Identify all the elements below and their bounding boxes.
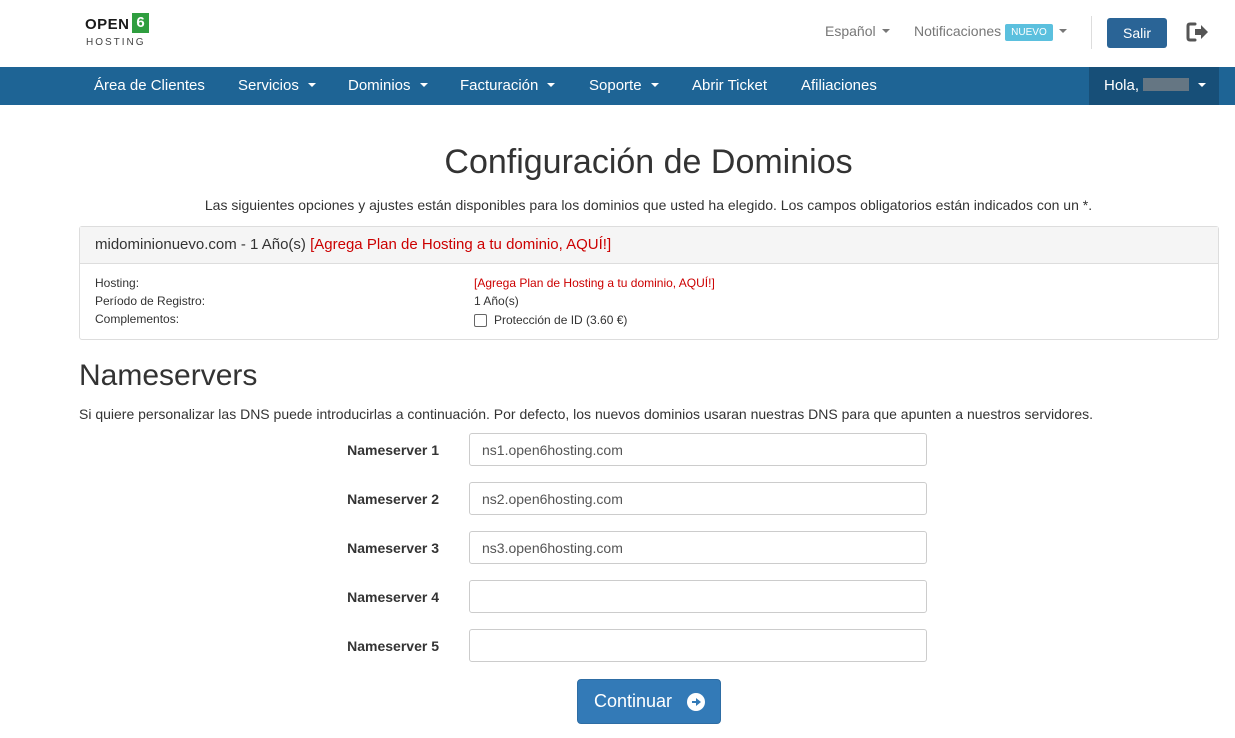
continue-button[interactable]: Continuar	[577, 679, 721, 724]
hosting-link[interactable]: [Agrega Plan de Hosting a tu dominio, AQ…	[474, 276, 715, 290]
logo[interactable]: OPEN 6 HOSTING	[85, 13, 149, 49]
chevron-down-icon	[547, 83, 556, 87]
nameserver-2-label: Nameserver 2	[347, 491, 439, 507]
language-label: Español	[825, 23, 876, 39]
nav-item-label: Área de Clientes	[94, 77, 205, 94]
logout-button[interactable]: Salir	[1107, 18, 1167, 48]
user-menu-dropdown[interactable]: Hola,	[1089, 67, 1219, 105]
nav-item-label: Soporte	[589, 77, 642, 94]
main-navbar: Área de Clientes Servicios Dominios Fact…	[0, 67, 1235, 105]
chevron-down-icon	[881, 29, 890, 33]
domain-name: midominionuevo.com - 1 Año(s)	[95, 236, 306, 253]
add-hosting-link[interactable]: [Agrega Plan de Hosting a tu dominio, AQ…	[310, 236, 611, 253]
chevron-down-icon	[419, 83, 428, 87]
notifications-dropdown[interactable]: Notificaciones NUEVO	[914, 23, 1067, 41]
nameserver-3-label: Nameserver 3	[347, 540, 439, 556]
logo-digit: 6	[132, 13, 149, 33]
nav-item-facturacion[interactable]: Facturación	[460, 67, 556, 105]
nav-item-servicios[interactable]: Servicios	[238, 67, 316, 105]
id-protection-option[interactable]: Protección de ID (3.60 €)	[474, 313, 627, 327]
nav-item-label: Servicios	[238, 77, 299, 94]
new-badge: NUEVO	[1005, 24, 1053, 41]
nameserver-2-input[interactable]	[469, 482, 927, 515]
id-protection-label: Protección de ID (3.60 €)	[494, 313, 628, 327]
chevron-down-icon	[1198, 83, 1207, 87]
greeting-label: Hola,	[1104, 77, 1140, 94]
nameserver-1-label: Nameserver 1	[347, 442, 439, 458]
chevron-down-icon	[307, 83, 316, 87]
continue-label: Continuar	[594, 691, 673, 711]
nav-item-abrir-ticket[interactable]: Abrir Ticket	[692, 67, 767, 105]
nav-item-label: Abrir Ticket	[692, 77, 768, 94]
chevron-down-icon	[650, 83, 659, 87]
addons-label: Complementos:	[95, 312, 180, 326]
nav-item-area-clientes[interactable]: Área de Clientes	[94, 67, 205, 105]
intro-text: Las siguientes opciones y ajustes están …	[204, 197, 1093, 213]
nav-item-soporte[interactable]: Soporte	[589, 67, 659, 105]
period-value: 1 Año(s)	[474, 294, 519, 308]
nav-item-dominios[interactable]: Dominios	[348, 67, 428, 105]
nav-item-label: Facturación	[460, 77, 539, 94]
nav-item-label: Afiliaciones	[801, 77, 877, 94]
divider	[1091, 16, 1092, 49]
nav-item-afiliaciones[interactable]: Afiliaciones	[801, 67, 877, 105]
panel-heading: midominionuevo.com - 1 Año(s) [Agrega Pl…	[80, 227, 1218, 264]
top-header: OPEN 6 HOSTING Español Notificaciones NUE…	[0, 0, 1235, 67]
panel-body: Hosting: [Agrega Plan de Hosting a tu do…	[80, 264, 1218, 340]
nameserver-1-input[interactable]	[469, 433, 927, 466]
nameserver-5-label: Nameserver 5	[347, 638, 439, 654]
chevron-down-icon	[1058, 29, 1067, 33]
domain-config-panel: midominionuevo.com - 1 Año(s) [Agrega Pl…	[79, 226, 1219, 340]
sign-out-icon[interactable]	[1186, 21, 1210, 43]
nameserver-4-input[interactable]	[469, 580, 927, 613]
logo-text: OPEN	[85, 16, 130, 33]
logo-subtext: HOSTING	[86, 37, 146, 48]
id-protection-checkbox[interactable]	[474, 314, 487, 327]
redacted-username	[1143, 78, 1190, 91]
nav-item-label: Dominios	[348, 77, 411, 94]
nameservers-title: Nameservers	[79, 359, 258, 392]
notifications-label: Notificaciones	[914, 23, 1002, 39]
nameservers-description: Si quiere personalizar las DNS puede int…	[79, 406, 1094, 422]
nameserver-4-label: Nameserver 4	[347, 589, 439, 605]
nameserver-3-input[interactable]	[469, 531, 927, 564]
period-label: Período de Registro:	[95, 294, 206, 308]
arrow-circle-right-icon	[687, 693, 705, 711]
nameserver-5-input[interactable]	[469, 629, 927, 662]
hosting-label: Hosting:	[95, 276, 140, 290]
language-dropdown[interactable]: Español	[825, 23, 890, 39]
page-title: Configuración de Dominios	[444, 143, 853, 181]
